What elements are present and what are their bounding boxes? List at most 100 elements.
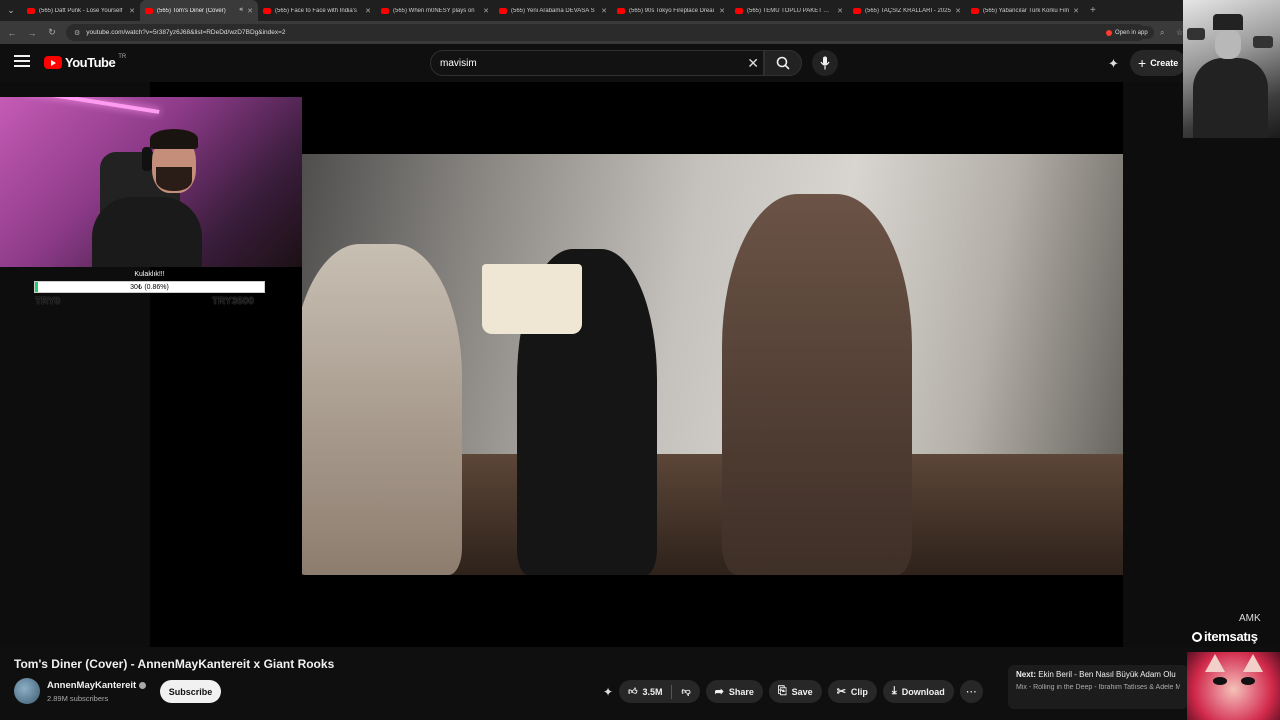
share-button[interactable]: ➦ Share	[705, 680, 763, 703]
led-strip	[20, 97, 160, 114]
reload-icon[interactable]: ↻	[46, 27, 58, 38]
forward-icon[interactable]: →	[26, 28, 38, 38]
open-in-app-label: Open in app	[1115, 29, 1148, 36]
youtube-favicon-icon	[27, 7, 35, 14]
download-label: Download	[901, 686, 945, 697]
save-button[interactable]: ⎘ Save	[768, 680, 822, 703]
youtube-favicon-icon	[617, 7, 625, 14]
create-label: Create	[1150, 58, 1179, 68]
back-icon[interactable]: ←	[6, 28, 18, 38]
browser-tab[interactable]: (565) Tom's Diner (Cover) 🔊︎ ✕	[140, 0, 258, 21]
close-tab-icon[interactable]: ✕	[247, 7, 253, 15]
voice-search-button[interactable]	[812, 50, 838, 76]
youtube-app-icon	[1106, 29, 1112, 36]
goal-progress-text: 30₺ (0.86%)	[130, 284, 169, 291]
brand-watermark: itemsatış	[1192, 629, 1258, 644]
tab-title: (565) Tom's Diner (Cover)	[157, 7, 226, 14]
like-dislike-group: 👍︎ 3.5M 👎︎	[619, 680, 700, 703]
search-value: mavisim	[440, 57, 477, 69]
plus-icon: +	[1138, 55, 1147, 71]
goal-min-label: TRY0	[35, 296, 61, 307]
url-text: youtube.com/watch?v=5r387yz6J68&list=RDe…	[86, 29, 286, 36]
clear-search-icon[interactable]: ✕	[747, 56, 759, 70]
watermark-small: AMK	[1239, 613, 1261, 624]
musician-right	[722, 194, 912, 575]
site-info-icon[interactable]: ⚙	[74, 29, 80, 37]
close-tab-icon[interactable]: ✕	[837, 7, 843, 15]
streamer-webcam	[0, 97, 302, 267]
browser-tab[interactable]: (565) Face to Face with India's ✕	[258, 0, 376, 21]
close-tab-icon[interactable]: ✕	[955, 7, 961, 15]
youtube-favicon-icon	[853, 7, 861, 14]
right-background	[1123, 82, 1280, 647]
browser-tab[interactable]: (565) Yabancılar Türk Korku Filn ✕	[966, 0, 1084, 21]
next-title: Ekin Beril - Ben Nasıl Büyük Adam Olu	[1038, 670, 1176, 679]
dislike-button[interactable]: 👎︎	[672, 686, 699, 697]
video-frame[interactable]	[302, 154, 1123, 575]
browser-tab[interactable]: (565) TEMU TOPLU PAKET AÇIL ✕	[730, 0, 848, 21]
close-tab-icon[interactable]: ✕	[719, 7, 725, 15]
photo-figure-coat	[1193, 58, 1268, 138]
search-input[interactable]: mavisim ✕	[430, 50, 764, 76]
tab-title: (565) 90s Tokyo Fireplace Dreai	[629, 7, 714, 14]
logo-text: YouTube	[65, 55, 116, 70]
audio-playing-icon[interactable]: 🔊︎	[239, 7, 243, 14]
video-title: Tom's Diner (Cover) - AnnenMayKantereit …	[14, 657, 335, 671]
zoom-icon[interactable]: ⌕	[1160, 28, 1164, 38]
extension-sparkle-icon[interactable]: ✦	[603, 685, 613, 699]
close-tab-icon[interactable]: ✕	[365, 7, 371, 15]
browser-tab[interactable]: (565) TAÇSIZ KRALLARI - 2025 ✕	[848, 0, 966, 21]
subscribe-button[interactable]: Subscribe	[160, 680, 221, 703]
browser-tab[interactable]: (565) 90s Tokyo Fireplace Dreai ✕	[612, 0, 730, 21]
close-tab-icon[interactable]: ✕	[483, 7, 489, 15]
url-field[interactable]: ⚙ youtube.com/watch?v=5r387yz6J68&list=R…	[66, 24, 1146, 41]
like-button[interactable]: 👍︎ 3.5M	[619, 686, 671, 697]
extension-icon[interactable]: ✦	[1108, 56, 1119, 72]
tab-title: (565) Face to Face with India's	[275, 7, 357, 14]
tab-list: (565) Daft Punk - Lose Yourself ✕ (565) To…	[22, 0, 1084, 21]
close-tab-icon[interactable]: ✕	[129, 7, 135, 15]
scissors-icon: ✂	[836, 686, 846, 698]
address-bar: ← → ↻ ⚙ youtube.com/watch?v=5r387yz6J68&…	[0, 21, 1280, 44]
photo-background-hat	[1253, 36, 1273, 48]
youtube-favicon-icon	[499, 7, 507, 14]
close-tab-icon[interactable]: ✕	[601, 7, 607, 15]
bookmark-icon: ⎘	[777, 685, 787, 697]
open-in-app-button[interactable]: Open in app	[1100, 26, 1154, 39]
next-video-card[interactable]: Next: Ekin Beril - Ben Nasıl Büyük Adam …	[1008, 665, 1188, 709]
close-tab-icon[interactable]: ✕	[1073, 7, 1079, 15]
browser-tab[interactable]: (565) Daft Punk - Lose Yourself ✕	[22, 0, 140, 21]
channel-avatar[interactable]	[14, 678, 40, 704]
download-button[interactable]: ⤓ Download	[882, 680, 954, 703]
menu-icon[interactable]	[14, 55, 30, 69]
new-tab-icon[interactable]: +	[1090, 5, 1096, 16]
tab-search-icon[interactable]: ⌄	[4, 4, 18, 18]
goal-title: Kulaklık!!!	[134, 271, 165, 278]
streamer-hair	[150, 129, 198, 149]
tab-title: (565) Yabancılar Türk Korku Filn	[983, 7, 1070, 14]
cat-meme-overlay	[1187, 652, 1280, 720]
microphone-icon	[820, 56, 830, 70]
save-label: Save	[791, 686, 813, 697]
channel-name[interactable]: AnnenMayKantereit	[47, 680, 147, 691]
youtube-logo[interactable]: YouTube TR	[44, 54, 126, 70]
clip-button[interactable]: ✂ Clip	[827, 680, 877, 703]
photo-figure-face	[1215, 29, 1241, 59]
browser-tab[interactable]: (565) When m0NESY plays on ✕	[376, 0, 494, 21]
cat-eye	[1241, 677, 1255, 685]
search-button[interactable]	[764, 50, 802, 76]
video-actions: ✦ 👍︎ 3.5M 👎︎ ➦ Share ⎘ Save ✂ Clip ⤓ Dow…	[603, 680, 983, 703]
vintage-photo-overlay	[1183, 0, 1280, 138]
musician-left	[302, 244, 462, 575]
next-video-title: Next: Ekin Beril - Ben Nasıl Büyük Adam …	[1016, 670, 1180, 679]
clip-label: Clip	[850, 686, 868, 697]
browser-tab-strip: ⌄ (565) Daft Punk - Lose Yourself ✕ (565) …	[0, 0, 1280, 21]
verified-icon	[139, 682, 147, 689]
browser-tab[interactable]: (565) Yeni Arabama DEVASA S ✕	[494, 0, 612, 21]
create-button[interactable]: + Create	[1130, 50, 1187, 76]
more-actions-button[interactable]: ⋯	[959, 680, 983, 703]
cat-ear	[1205, 654, 1225, 672]
tab-title: (565) TAÇSIZ KRALLARI - 2025	[865, 7, 951, 14]
more-icon: ⋯	[965, 686, 977, 698]
photo-background-hat	[1187, 28, 1205, 40]
